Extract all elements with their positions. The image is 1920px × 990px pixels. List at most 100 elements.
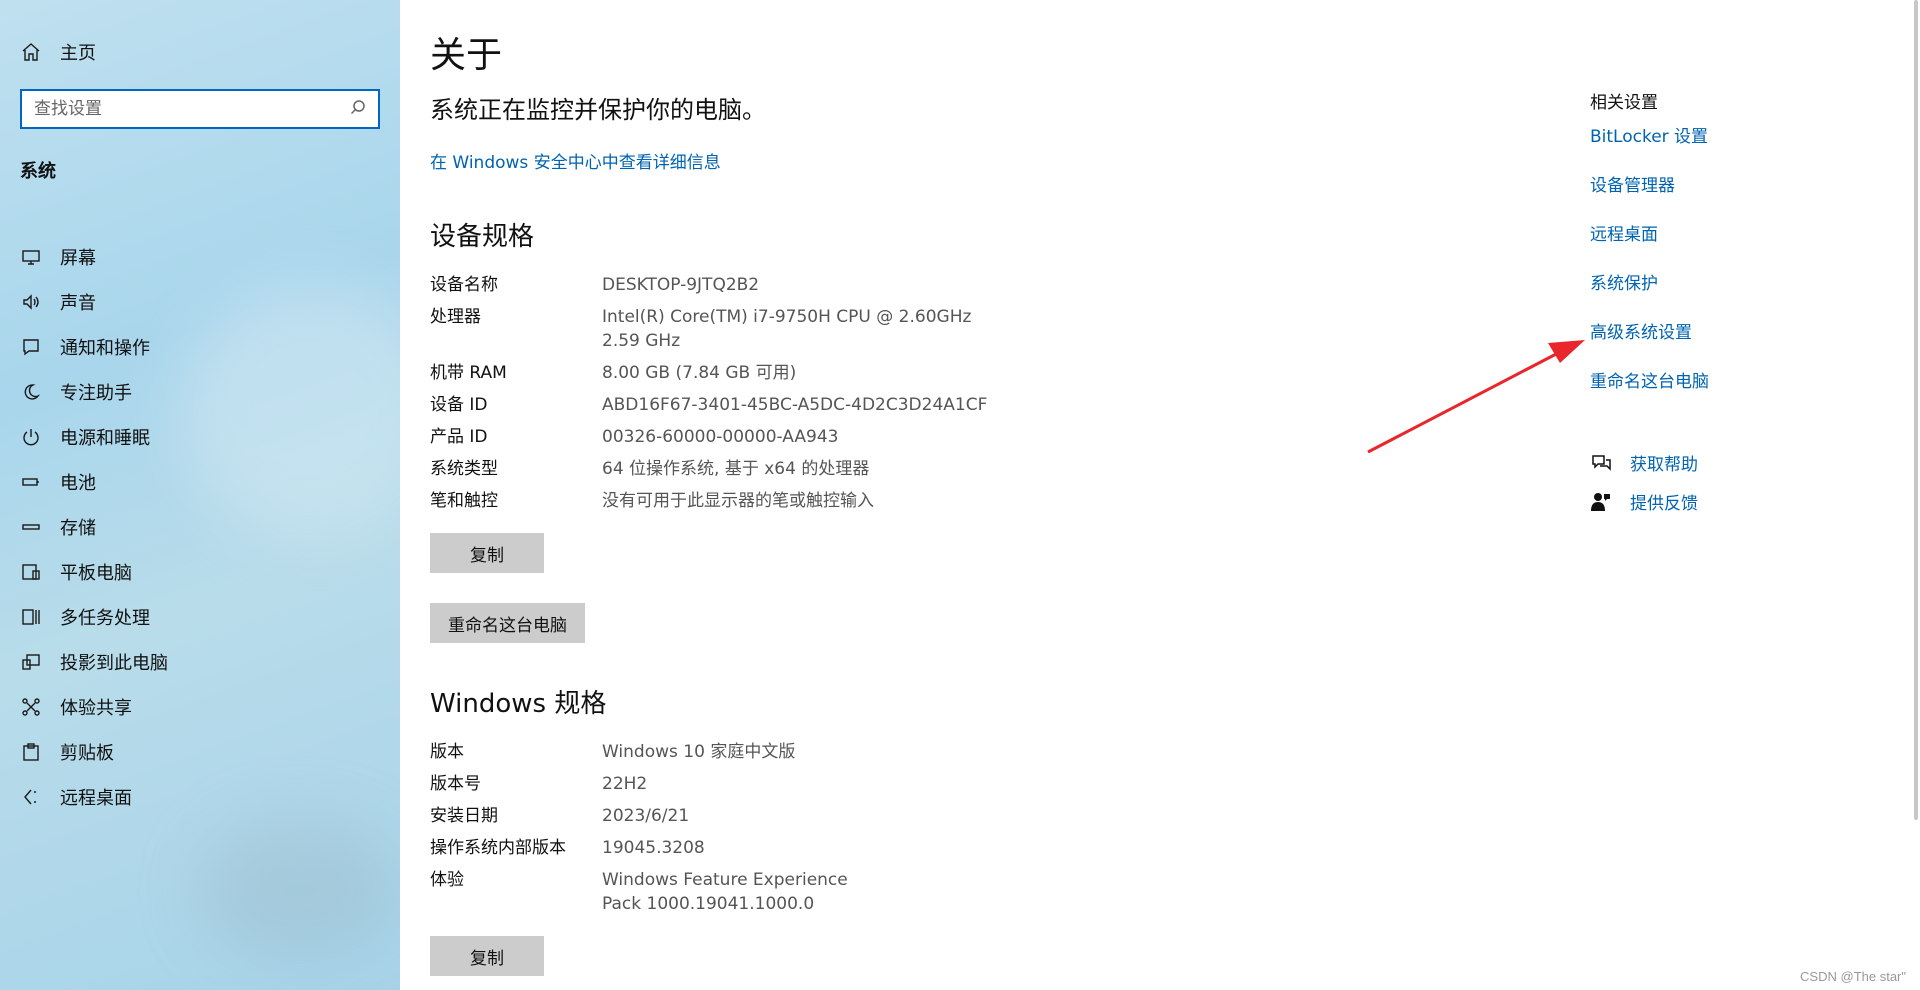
battery-icon: [20, 471, 42, 493]
chat-help-icon: [1590, 452, 1612, 474]
spec-label: 处理器: [430, 307, 481, 327]
sidebar-item-label: 平板电脑: [60, 563, 132, 584]
feedback-link[interactable]: 提供反馈: [1630, 489, 1698, 514]
spec-row-ram: 机带 RAM 8.00 GB (7.84 GB 可用): [430, 361, 1050, 385]
spec-value: 00326-60000-00000-AA943: [602, 427, 839, 447]
sidebar-item-label: 专注助手: [60, 383, 132, 404]
related-settings: 相关设置 BitLocker 设置 设备管理器 远程桌面 系统保护 高级系统设置…: [1590, 0, 1870, 990]
spec-label: 版本号: [430, 774, 481, 794]
related-link-system-protection[interactable]: 系统保护: [1590, 269, 1658, 294]
spec-row-version: 版本号 22H2: [430, 772, 1050, 796]
spec-value: 19045.3208: [602, 838, 705, 858]
spec-label: 操作系统内部版本: [430, 838, 566, 858]
copy-device-specs-button[interactable]: 复制: [430, 533, 544, 573]
sidebar-item-label: 远程桌面: [60, 788, 132, 809]
spec-row-edition: 版本 Windows 10 家庭中文版: [430, 740, 1050, 764]
device-specs-heading: 设备规格: [430, 222, 535, 252]
sidebar-item-label: 声音: [60, 293, 96, 314]
spec-row-pen-touch: 笔和触控 没有可用于此显示器的笔或触控输入: [430, 489, 1050, 513]
sidebar-item-remote-desktop[interactable]: 远程桌面: [20, 767, 168, 827]
power-icon: [20, 426, 42, 448]
sidebar-item-label: 电池: [60, 473, 96, 494]
clipboard-icon: [20, 741, 42, 763]
spec-row-installed-on: 安装日期 2023/6/21: [430, 804, 1050, 828]
sidebar: 主页 系统 屏幕 声音 通知和操作 专注助手 电源和睡眠: [0, 0, 400, 990]
sidebar-item-label: 存储: [60, 518, 96, 539]
arrow-head: [1548, 340, 1585, 363]
speaker-icon: [20, 291, 42, 313]
notification-icon: [20, 336, 42, 358]
sidebar-item-label: 体验共享: [60, 698, 132, 719]
sidebar-item-label: 电源和睡眠: [60, 428, 150, 449]
spec-value: Intel(R) Core(TM) i7-9750H CPU @ 2.60GHz…: [602, 307, 972, 351]
related-link-rename-pc[interactable]: 重命名这台电脑: [1590, 367, 1709, 392]
related-settings-title: 相关设置: [1590, 93, 1658, 113]
windows-specs-table: 版本 Windows 10 家庭中文版 版本号 22H2 安装日期 2023/6…: [430, 740, 1050, 924]
tablet-icon: [20, 561, 42, 583]
sidebar-item-label: 剪贴板: [60, 743, 114, 764]
spec-label: 安装日期: [430, 806, 498, 826]
page-title: 关于: [430, 35, 503, 76]
get-help-row[interactable]: 获取帮助: [1590, 450, 1698, 475]
moon-icon: [20, 381, 42, 403]
spec-value: Windows 10 家庭中文版: [602, 742, 796, 762]
sidebar-home-label: 主页: [60, 43, 96, 64]
sidebar-item-label: 屏幕: [60, 248, 96, 269]
spec-label: 版本: [430, 742, 464, 762]
search-box[interactable]: [20, 89, 380, 129]
windows-specs-heading: Windows 规格: [430, 689, 607, 719]
spec-row-device-id: 设备 ID ABD16F67-3401-45BC-A5DC-4D2C3D24A1…: [430, 393, 1050, 417]
share-icon: [20, 696, 42, 718]
device-specs-table: 设备名称 DESKTOP-9JTQ2B2 处理器 Intel(R) Core(T…: [430, 273, 1050, 521]
spec-row-processor: 处理器 Intel(R) Core(TM) i7-9750H CPU @ 2.6…: [430, 305, 1050, 353]
spec-value: 2023/6/21: [602, 806, 690, 826]
feedback-row[interactable]: 提供反馈: [1590, 489, 1698, 514]
search-icon[interactable]: [350, 99, 366, 119]
spec-label: 笔和触控: [430, 491, 498, 511]
rename-pc-button[interactable]: 重命名这台电脑: [430, 603, 585, 643]
storage-icon: [20, 516, 42, 538]
spec-row-os-build: 操作系统内部版本 19045.3208: [430, 836, 1050, 860]
sidebar-nav: 屏幕 声音 通知和操作 专注助手 电源和睡眠 电池 存储 平板电脑 多任务处理 …: [20, 227, 168, 827]
spec-value: 64 位操作系统, 基于 x64 的处理器: [602, 459, 870, 479]
spec-label: 机带 RAM: [430, 363, 507, 383]
get-help-link[interactable]: 获取帮助: [1630, 450, 1698, 475]
monitor-icon: [20, 246, 42, 268]
watermark: CSDN @The star": [1800, 969, 1906, 984]
protection-status: 系统正在监控并保护你的电脑。: [430, 96, 766, 124]
related-link-remote-desktop[interactable]: 远程桌面: [1590, 220, 1658, 245]
remote-desktop-icon: [20, 786, 42, 808]
project-icon: [20, 651, 42, 673]
sidebar-item-label: 多任务处理: [60, 608, 150, 629]
spec-value: 8.00 GB (7.84 GB 可用): [602, 363, 797, 383]
spec-value: 没有可用于此显示器的笔或触控输入: [602, 491, 874, 511]
spec-value: Windows Feature Experience Pack 1000.190…: [602, 870, 848, 914]
feedback-person-icon: [1590, 491, 1612, 513]
copy-windows-specs-button[interactable]: 复制: [430, 936, 544, 976]
sidebar-home[interactable]: 主页: [20, 38, 96, 66]
spec-label: 系统类型: [430, 459, 498, 479]
sidebar-item-label: 投影到此电脑: [60, 653, 168, 674]
scrollbar[interactable]: [1914, 0, 1918, 820]
spec-value: 22H2: [602, 774, 648, 794]
sidebar-item-label: 通知和操作: [60, 338, 150, 359]
security-center-link[interactable]: 在 Windows 安全中心中查看详细信息: [430, 148, 721, 173]
spec-row-experience: 体验 Windows Feature Experience Pack 1000.…: [430, 868, 1050, 916]
spec-label: 设备 ID: [430, 395, 488, 415]
spec-label: 设备名称: [430, 275, 498, 295]
home-icon: [20, 41, 42, 63]
spec-label: 产品 ID: [430, 427, 488, 447]
sidebar-section-title: 系统: [20, 161, 56, 182]
spec-value: DESKTOP-9JTQ2B2: [602, 275, 760, 295]
related-link-device-manager[interactable]: 设备管理器: [1590, 171, 1675, 196]
spec-label: 体验: [430, 870, 464, 890]
related-link-advanced-system-settings[interactable]: 高级系统设置: [1590, 318, 1692, 343]
spec-value: ABD16F67-3401-45BC-A5DC-4D2C3D24A1CF: [602, 395, 988, 415]
multitask-icon: [20, 606, 42, 628]
search-input[interactable]: [34, 99, 350, 119]
spec-row-device-name: 设备名称 DESKTOP-9JTQ2B2: [430, 273, 1050, 297]
main-content: 关于 系统正在监控并保护你的电脑。 在 Windows 安全中心中查看详细信息 …: [430, 0, 1530, 990]
spec-row-system-type: 系统类型 64 位操作系统, 基于 x64 的处理器: [430, 457, 1050, 481]
spec-row-product-id: 产品 ID 00326-60000-00000-AA943: [430, 425, 1050, 449]
related-link-bitlocker[interactable]: BitLocker 设置: [1590, 122, 1708, 147]
